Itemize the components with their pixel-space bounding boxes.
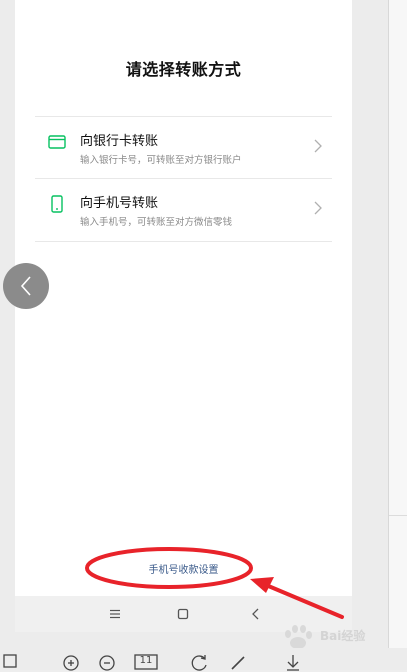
rotate-icon[interactable] [190,654,210,671]
strip-divider [389,515,407,516]
download-icon[interactable] [283,654,303,671]
phone-icon [47,194,67,214]
previous-page-button[interactable] [3,263,49,309]
page-title: 请选择转账方式 [125,60,242,79]
right-panel-strip [388,0,407,670]
option-phone-transfer[interactable]: 向手机号转账 输入手机号，可转账至对方微信零钱 [35,178,332,242]
option-bank-card-transfer[interactable]: 向银行卡转账 输入银行卡号，可转账至对方银行账户 [35,116,332,179]
chevron-left-icon [20,276,31,296]
option-title: 向银行卡转账 [80,134,159,149]
viewer-toolbar: 11 [0,648,407,671]
home-square-icon[interactable] [174,605,192,623]
option-title: 向手机号转账 [80,196,159,211]
actual-size-button[interactable]: 11 [134,654,158,670]
annotation-arrow-icon [250,577,344,619]
square-icon[interactable] [0,654,20,670]
option-subtitle: 输入手机号，可转账至对方微信零钱 [80,217,233,228]
bank-card-icon [47,132,67,152]
annotation-ellipse [85,547,253,589]
actual-size-label: 11 [139,655,153,666]
chevron-right-icon [314,201,322,218]
zoom-out-icon[interactable] [97,654,117,671]
zoom-in-icon[interactable] [61,654,81,671]
option-subtitle: 输入银行卡号，可转账至对方银行账户 [80,155,242,166]
phone-screen: 请选择转账方式 向银行卡转账 输入银行卡号，可转账至对方银行账户 向手机号转账 … [15,0,352,630]
watermark-text: Bai经验 [320,629,366,643]
chevron-right-icon [314,139,322,156]
menu-icon[interactable] [106,605,124,623]
edit-pencil-icon[interactable] [228,654,248,670]
